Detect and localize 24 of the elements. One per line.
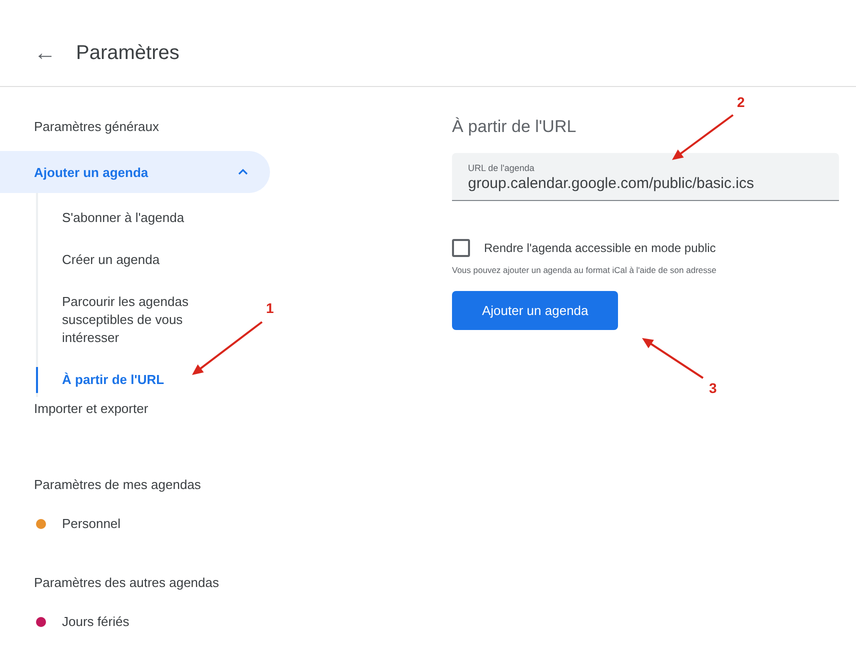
- section-title: À partir de l'URL: [452, 117, 578, 137]
- add-calendar-button[interactable]: Ajouter un agenda: [452, 291, 618, 330]
- annotation-number: 2: [737, 94, 745, 110]
- section-heading: Paramètres de mes agendas: [33, 477, 202, 492]
- page-title: Paramètres: [76, 42, 180, 64]
- url-input-field[interactable]: URL de l'agenda group.calendar.google.com/public/basic.ics: [452, 153, 839, 201]
- sidebar-subitem[interactable]: Créer un agenda: [36, 241, 212, 279]
- checkbox-label: Rendre l'agenda accessible en mode public: [484, 241, 716, 255]
- sidebar-group[interactable]: Ajouter un agenda: [0, 151, 270, 193]
- checkbox[interactable]: [452, 239, 470, 257]
- annotation-number: 3: [709, 380, 717, 396]
- annotation-number: 1: [266, 300, 274, 316]
- annotation-arrow: [642, 338, 704, 379]
- sidebar-item[interactable]: Importer et exporter: [0, 397, 270, 420]
- section-heading: Paramètres des autres agendas: [33, 575, 220, 590]
- back-button[interactable]: ←: [34, 40, 56, 66]
- sidebar-subitem[interactable]: S'abonner à l'agenda: [36, 199, 212, 237]
- annotation-arrow: [672, 114, 734, 160]
- sidebar-item[interactable]: Paramètres généraux: [0, 115, 270, 138]
- calendar-name[interactable]: Jours fériés: [62, 614, 130, 629]
- hint-text: Vous pouvez ajouter un agenda au format iCal à l'aide de son adresse: [452, 265, 718, 275]
- sidebar-subitem[interactable]: Parcourir les agendas susceptibles de vous intéresser: [36, 283, 212, 357]
- annotation-arrow: [192, 321, 263, 375]
- calendar-name[interactable]: Personnel: [62, 516, 121, 531]
